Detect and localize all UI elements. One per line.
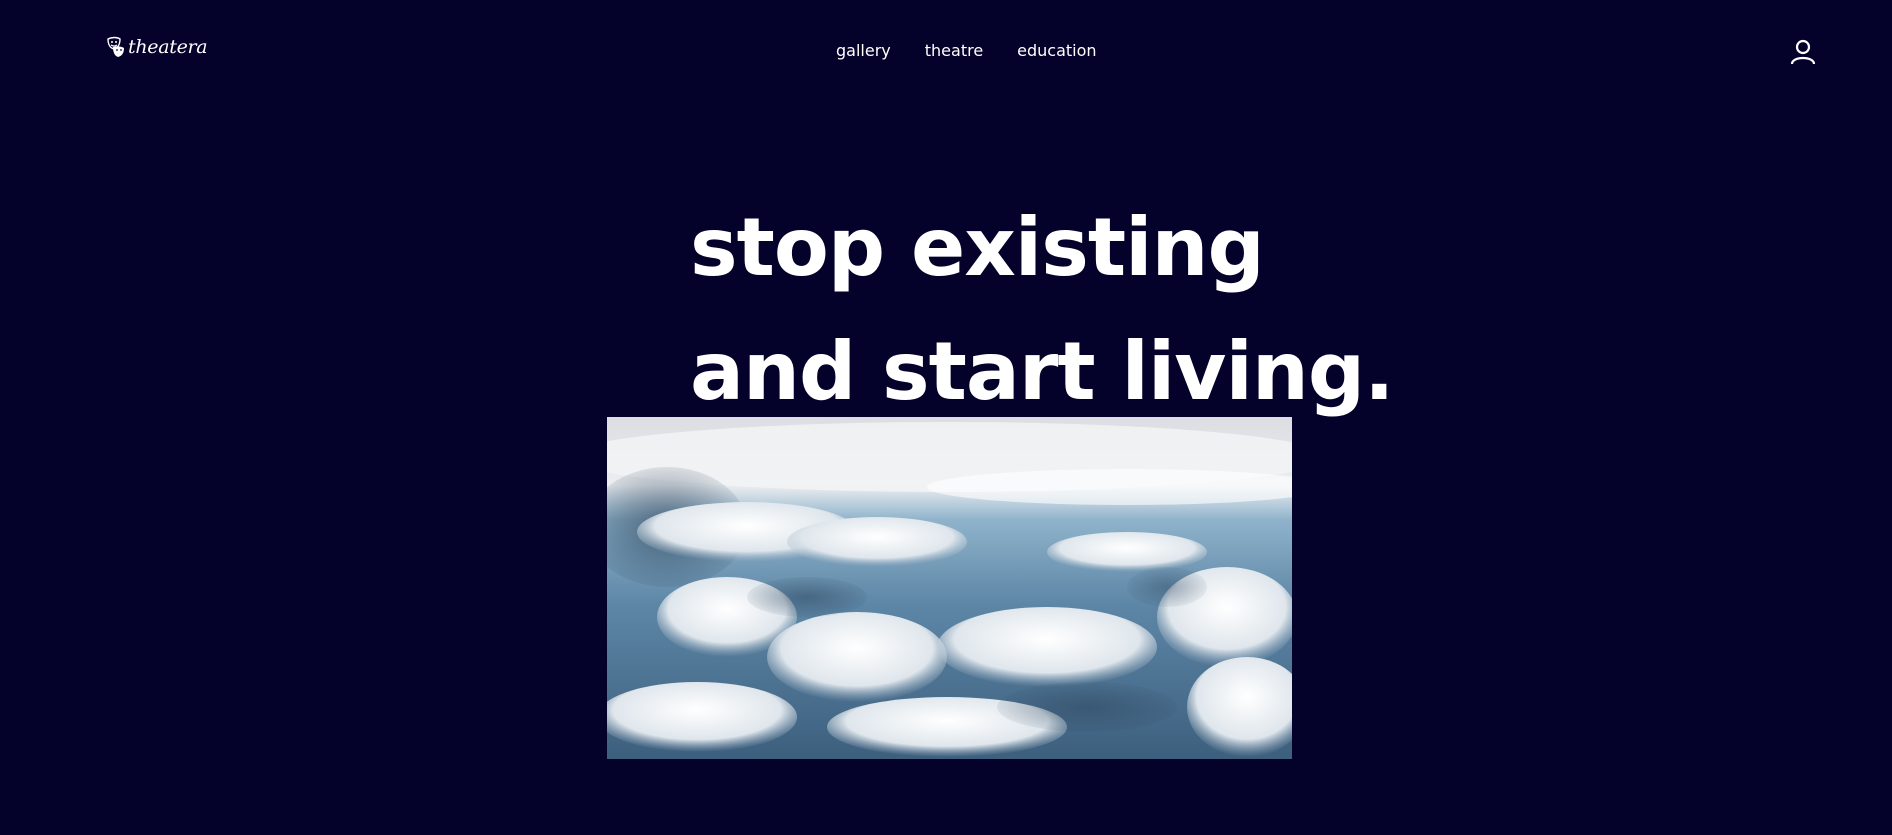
logo-link[interactable]: theatera — [106, 35, 208, 58]
nav-education[interactable]: education — [1017, 41, 1096, 61]
hero-line-2: and start living. — [690, 325, 1394, 418]
user-icon — [1790, 39, 1816, 65]
clouds-illustration — [607, 417, 1292, 759]
nav-theatre[interactable]: theatre — [925, 41, 983, 61]
clouds-photo — [607, 417, 1292, 759]
logo-text: theatera — [128, 35, 208, 58]
account-button[interactable] — [1789, 38, 1817, 66]
nav-gallery[interactable]: gallery — [836, 41, 891, 61]
page: theatera gallery theatre education stop … — [0, 0, 1892, 835]
main-nav: gallery theatre education — [836, 41, 1097, 61]
theatre-masks-icon — [107, 36, 124, 57]
hero-line-1: stop existing — [690, 201, 1265, 294]
hero-heading: stop existing and start living. — [690, 186, 1394, 434]
